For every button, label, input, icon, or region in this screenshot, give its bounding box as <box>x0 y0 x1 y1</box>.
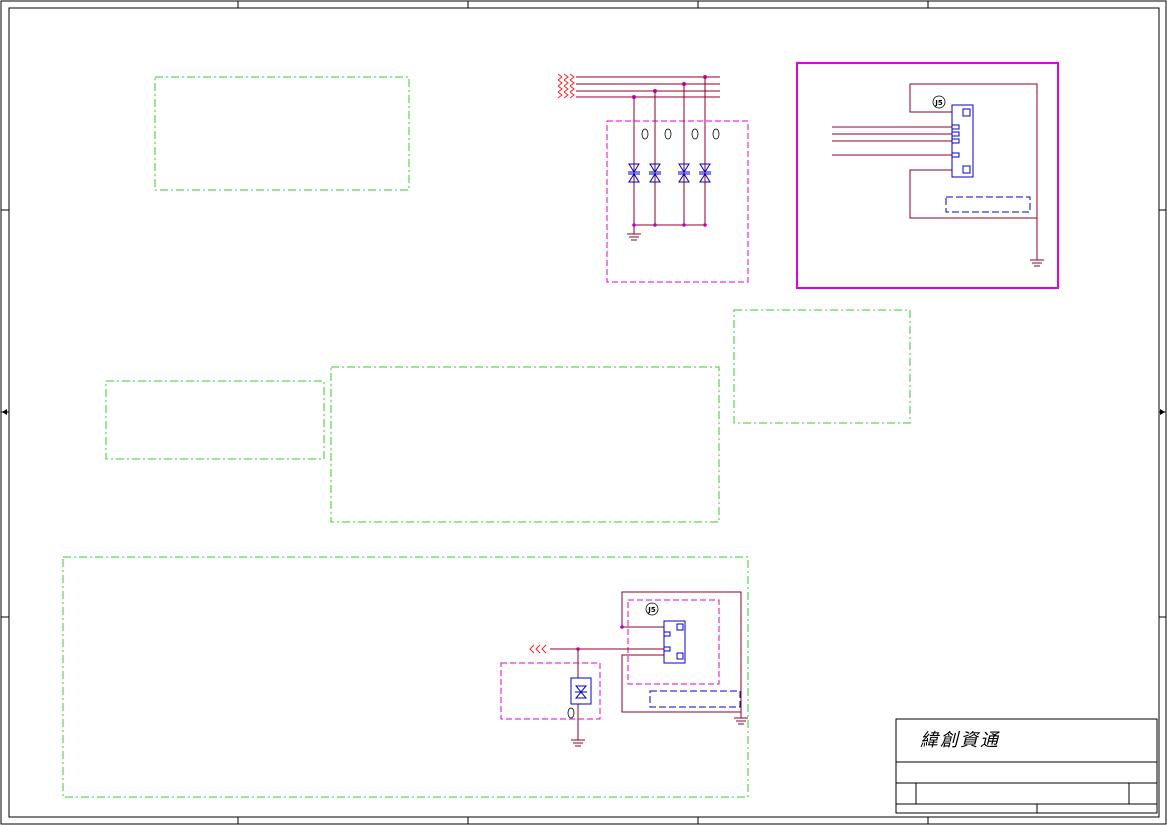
junction-dot <box>620 625 624 629</box>
connector-group-box <box>796 62 1059 289</box>
connector-body-bottom <box>663 620 686 664</box>
section-boxes <box>62 76 911 798</box>
section-box-top-left <box>154 76 410 191</box>
circled-j-marker-icon: J5 <box>932 95 946 109</box>
offpage-connector-icon <box>529 644 547 654</box>
connector-inner-box <box>627 599 720 685</box>
diode-ref-marker <box>567 707 575 719</box>
ground-icon <box>571 739 585 747</box>
offpage-connector-icon <box>557 73 575 99</box>
zener-diode-icon <box>628 163 711 183</box>
connector-signal-wires <box>832 126 952 156</box>
diode-array-group <box>557 73 749 283</box>
section-box-bottom <box>62 556 749 798</box>
junction-dots <box>632 75 707 99</box>
connector-group-top-right: J5 <box>796 62 1059 289</box>
schematic-sheet: J5 J5 緯創資通 <box>0 0 1167 825</box>
tvs-diode-icon <box>570 677 592 705</box>
connector-ref-top: J5 <box>934 99 943 107</box>
ground-icon <box>734 717 748 725</box>
diode-group-box <box>606 120 749 283</box>
connector-frame-wires-bottom <box>621 591 742 718</box>
bus-wires <box>576 76 720 98</box>
connector-note-box <box>945 196 1031 213</box>
circled-j-marker-icon: J5 <box>645 602 659 616</box>
connector-body <box>951 104 974 178</box>
ground-icon <box>627 233 641 241</box>
section-box-mid-right <box>733 309 911 424</box>
company-name: 緯創資通 <box>920 730 1000 751</box>
diode-drop-wires <box>633 77 706 234</box>
section-box-mid-left <box>105 380 325 460</box>
ground-icon <box>1030 259 1044 267</box>
connector-ref-bottom: J5 <box>647 606 656 614</box>
connector-note-box-bottom <box>649 690 741 708</box>
zone-arrow-left <box>2 409 7 415</box>
zone-arrow-right <box>1160 409 1165 415</box>
section-box-mid-center <box>330 366 720 523</box>
connector-group-bottom: J5 <box>500 591 748 747</box>
diode-ref-markers <box>641 128 720 140</box>
